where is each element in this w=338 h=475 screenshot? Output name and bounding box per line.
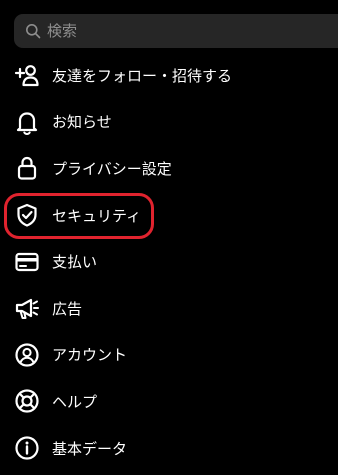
menu-item-label: お知らせ: [52, 113, 112, 132]
menu-item-payments[interactable]: 支払い: [0, 238, 338, 285]
menu-item-label: セキュリティ: [52, 206, 142, 225]
menu-item-follow-invite[interactable]: 友達をフォロー・招待する: [0, 52, 338, 99]
shield-check-icon: [14, 202, 40, 228]
user-circle-icon: [14, 342, 40, 368]
megaphone-icon: [14, 295, 40, 321]
menu-item-label: ヘルプ: [52, 392, 98, 411]
menu-item-security[interactable]: セキュリティ: [0, 192, 338, 239]
lifebuoy-icon: [14, 388, 40, 414]
settings-menu: 友達をフォロー・招待する お知らせ プライバシー設定 セキュリティ 支払い 広告…: [0, 52, 338, 471]
info-icon: [14, 435, 40, 461]
menu-item-privacy[interactable]: プライバシー設定: [0, 145, 338, 192]
menu-item-basic-data[interactable]: 基本データ: [0, 425, 338, 472]
lock-icon: [14, 155, 40, 181]
menu-item-help[interactable]: ヘルプ: [0, 378, 338, 425]
menu-item-label: 基本データ: [52, 439, 128, 458]
menu-item-notifications[interactable]: お知らせ: [0, 99, 338, 146]
menu-item-label: 友達をフォロー・招待する: [52, 66, 233, 85]
search-input[interactable]: [47, 22, 287, 40]
search-bar[interactable]: [14, 14, 338, 48]
credit-card-icon: [14, 249, 40, 275]
menu-item-label: プライバシー設定: [52, 159, 172, 178]
menu-item-account[interactable]: アカウント: [0, 332, 338, 379]
menu-item-label: 支払い: [52, 253, 98, 272]
add-user-icon: [14, 62, 40, 88]
menu-item-label: アカウント: [52, 346, 128, 365]
menu-item-ads[interactable]: 広告: [0, 285, 338, 332]
bell-icon: [14, 109, 40, 135]
search-icon: [25, 23, 41, 39]
menu-item-label: 広告: [52, 299, 83, 318]
